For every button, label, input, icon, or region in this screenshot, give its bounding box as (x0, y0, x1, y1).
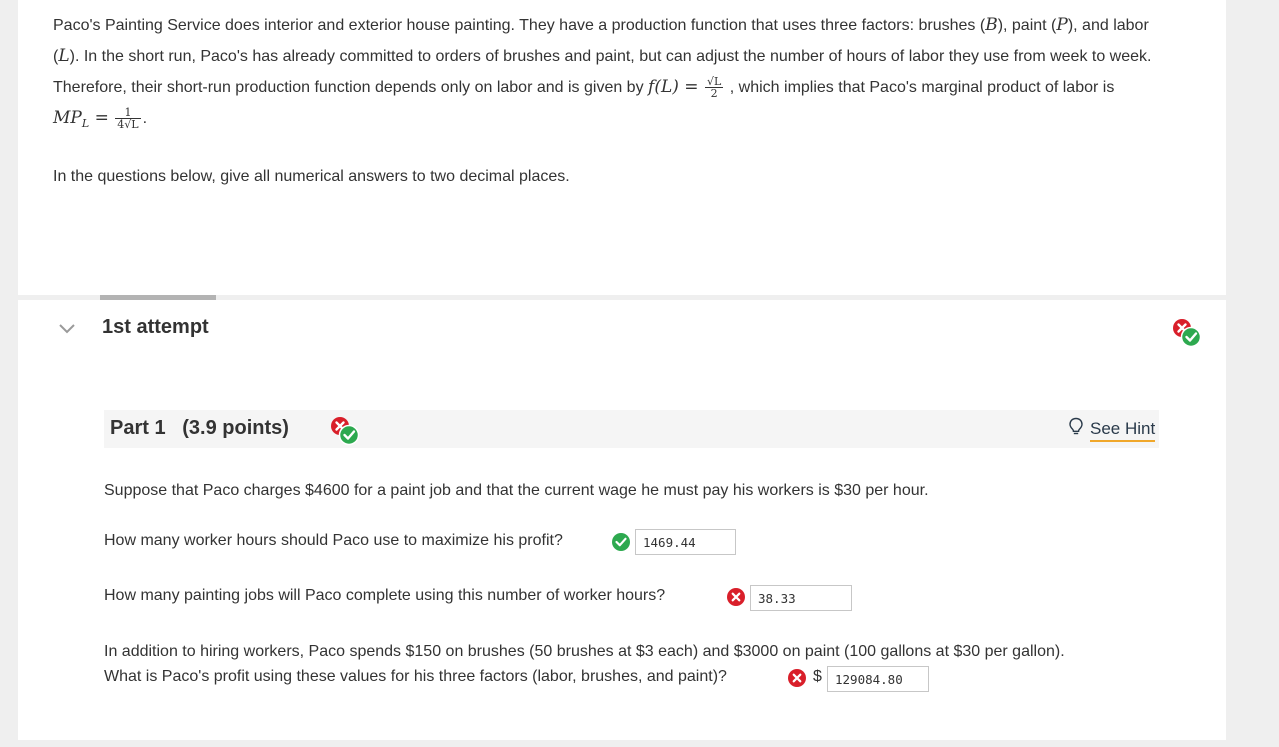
part-label: Part 1 (3.9 points) (110, 417, 289, 439)
incorrect-x-icon (727, 588, 745, 606)
attempt-title: 1st attempt (102, 316, 209, 338)
lightbulb-icon (1068, 417, 1084, 442)
answer-input-2[interactable]: 38.33 (750, 585, 852, 611)
currency-symbol: $ (813, 668, 822, 685)
attempt-status-icon (1172, 318, 1202, 348)
intro-text: , which implies that Paco's marginal pro… (729, 79, 1115, 96)
see-hint-link[interactable]: See Hint (1068, 417, 1156, 442)
mpl-fraction: 1 4√L (115, 106, 141, 132)
correct-check-icon (612, 533, 630, 551)
part-status-icon (330, 416, 360, 446)
instructions-text: In the questions below, give all numeric… (53, 168, 570, 185)
production-function: f(L) = (648, 77, 699, 97)
question-setup-text: Suppose that Paco charges $4600 for a pa… (104, 482, 929, 499)
question-3-line-2: What is Paco's profit using these values… (104, 668, 727, 685)
intro-text: ), paint ( (997, 17, 1057, 34)
answer-input-3[interactable]: 129084.80 (827, 666, 929, 692)
question-intro: Paco's Painting Service does interior an… (53, 15, 1152, 132)
incorrect-x-icon (788, 669, 806, 687)
question-2-text: How many painting jobs will Paco complet… (104, 587, 666, 604)
math-L: L (58, 46, 70, 66)
intro-text: Paco's Painting Service does interior an… (53, 17, 986, 34)
math-P: P (1056, 15, 1068, 35)
math-B: B (985, 15, 998, 35)
production-fraction: √L 2 (704, 75, 724, 101)
question-3-line-1: In addition to hiring workers, Paco spen… (104, 643, 1065, 660)
see-hint-label: See Hint (1090, 418, 1156, 442)
question-1-text: How many worker hours should Paco use to… (104, 532, 563, 549)
math-mpl: MP (53, 108, 82, 128)
chevron-down-icon[interactable] (58, 322, 76, 336)
answer-input-1[interactable]: 1469.44 (635, 529, 736, 555)
